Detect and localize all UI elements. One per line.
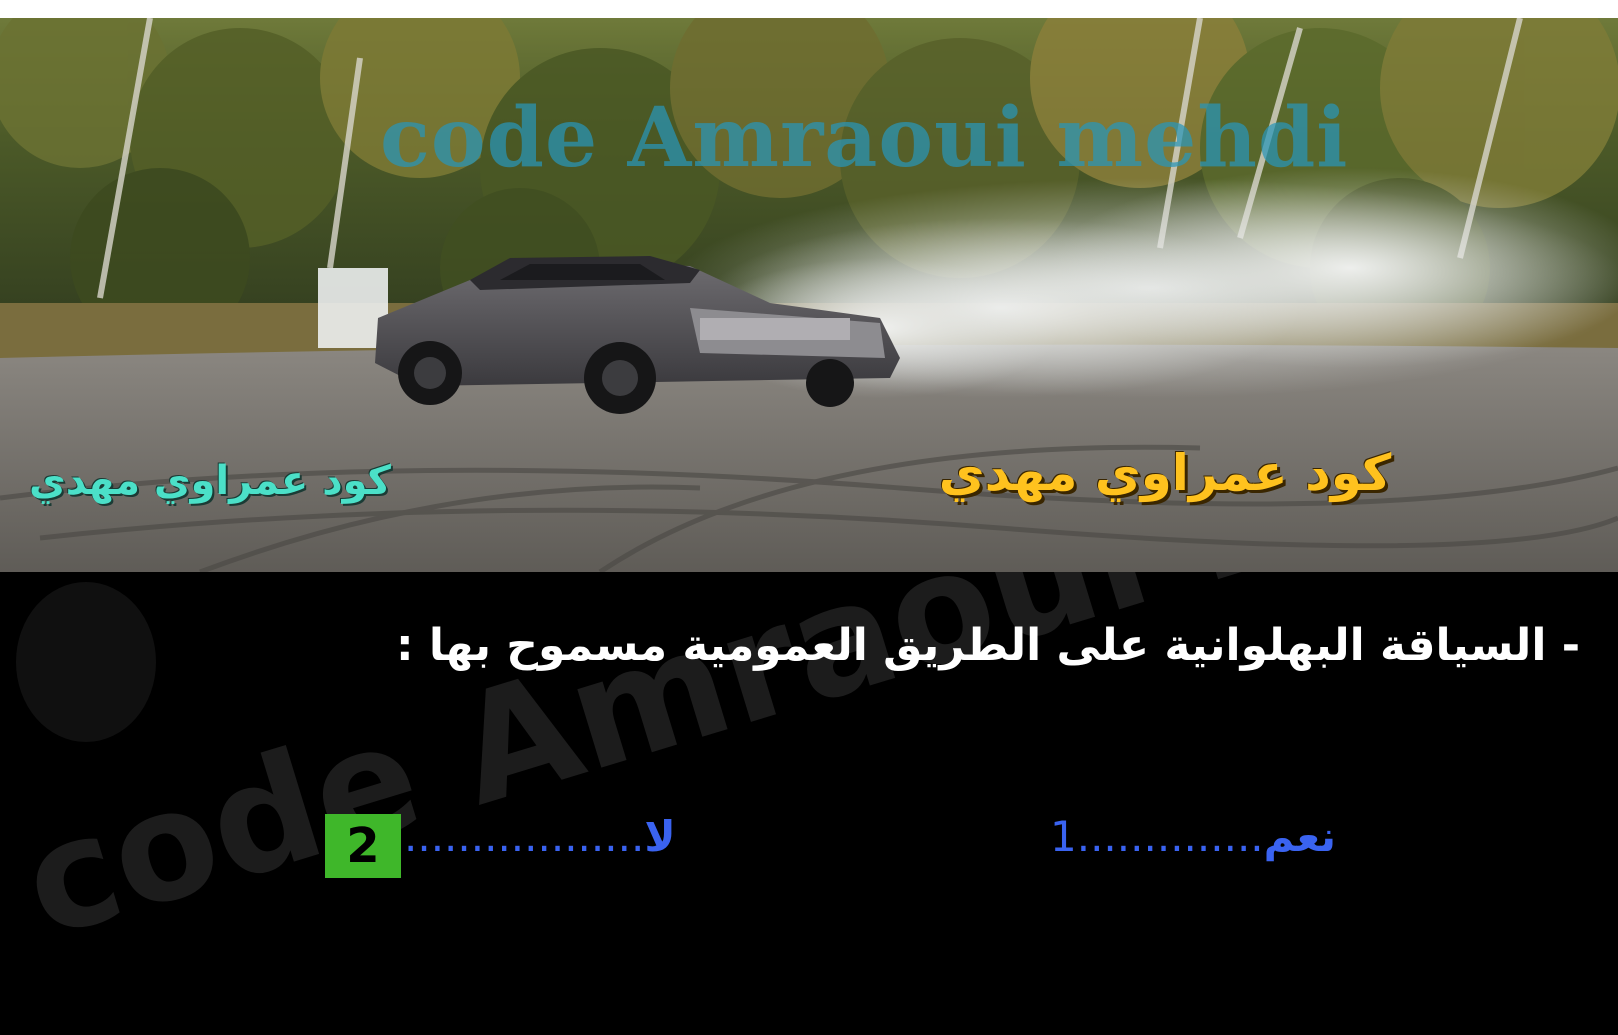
question-text: - السياقة البهلوانية على الطريق العمومية…: [395, 620, 1580, 671]
quiz-panel: code Amraoui mehdi - السياقة البهلوانية …: [0, 572, 1618, 1035]
shadow-blob: [16, 582, 156, 742]
answer-label: نعم: [1263, 812, 1337, 861]
answer-label: لا: [644, 812, 676, 861]
answer-dots: ..................: [404, 812, 645, 861]
drift-car-photo: code Amraoui mehdi كود عمراوي مهدي كود ع…: [0, 18, 1618, 572]
answer-option-2[interactable]: ..................لا: [404, 812, 764, 861]
caption-right: كود عمراوي مهدي: [938, 444, 1392, 502]
photo-watermark: code Amraoui mehdi: [380, 90, 1349, 186]
correct-answer-badge: 2: [325, 814, 401, 878]
video-frame: code Amraoui mehdi كود عمراوي مهدي كود ع…: [0, 0, 1618, 1035]
answer-dots: ..............: [1076, 812, 1264, 861]
caption-left: كود عمراوي مهدي: [29, 458, 391, 504]
answer-option-1[interactable]: 1..............نعم: [1050, 812, 1450, 861]
answer-number: 1: [1050, 812, 1077, 861]
